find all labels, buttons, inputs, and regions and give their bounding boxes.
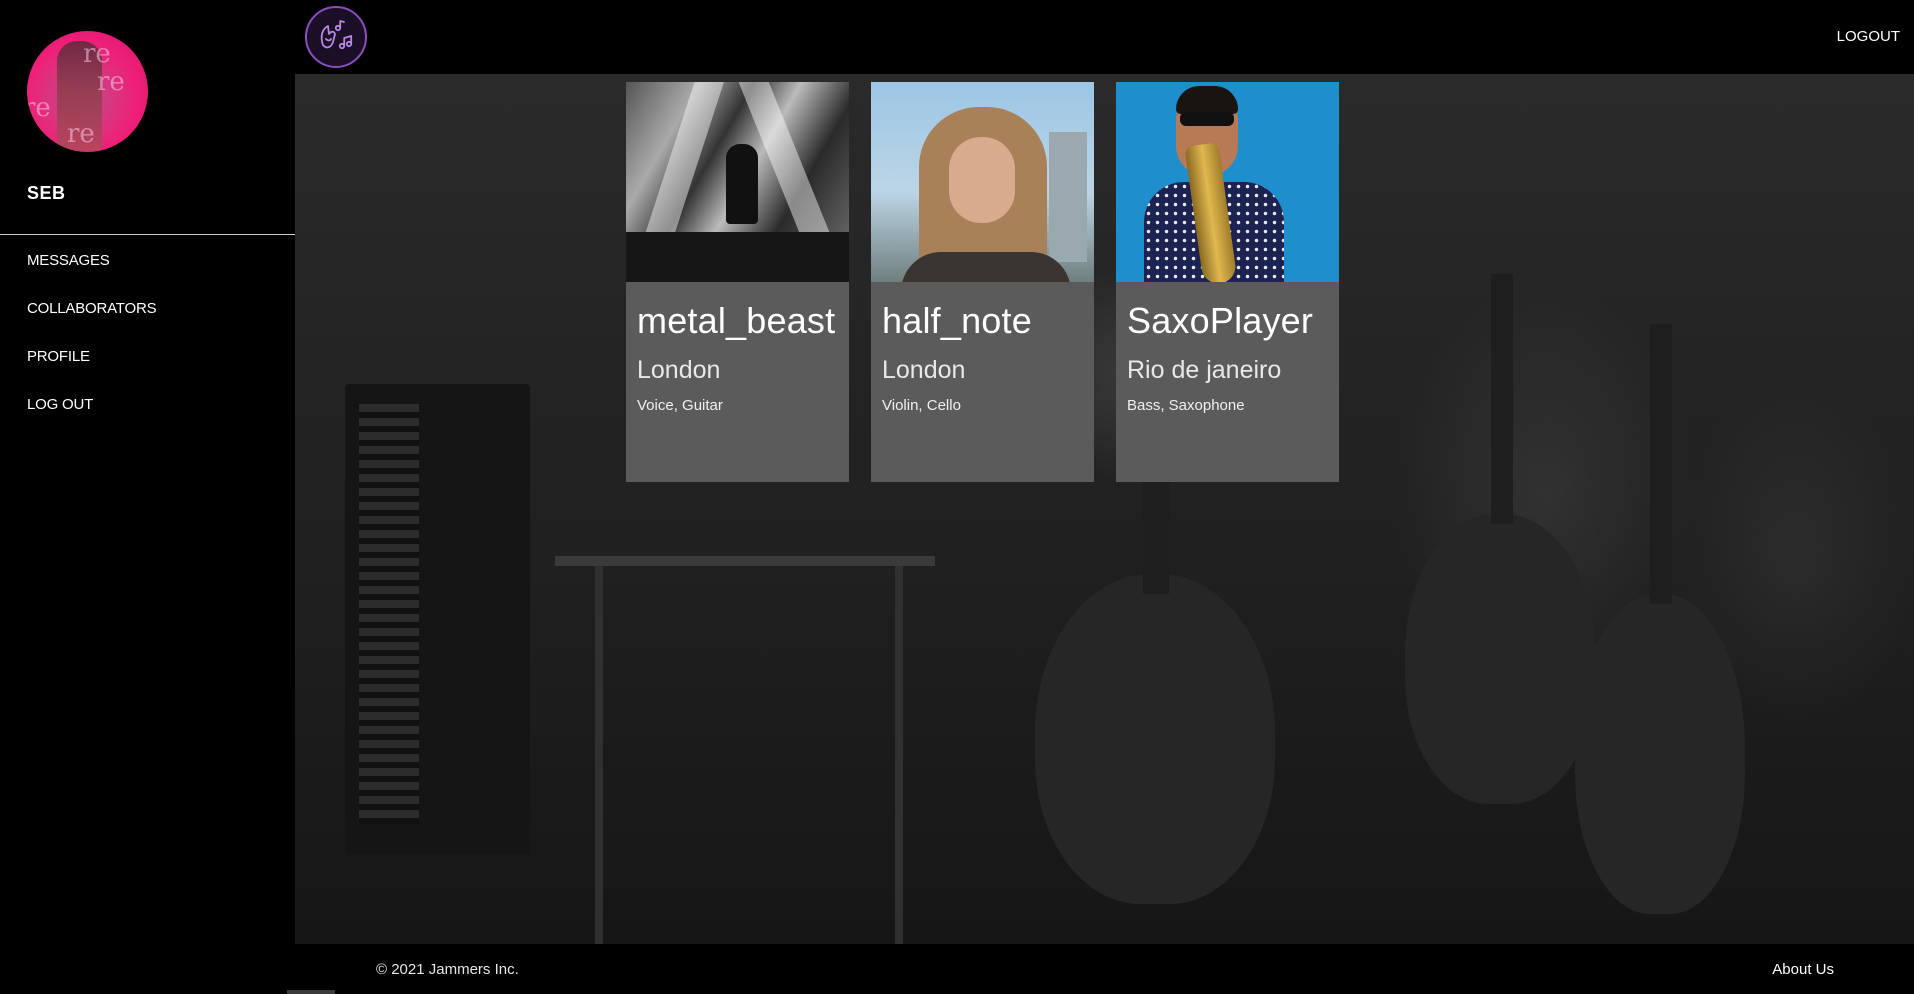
card-city: London: [637, 356, 721, 384]
sidebar-username: SEB: [27, 183, 66, 203]
avatar-text: re: [27, 93, 51, 123]
background-guitar: [1575, 594, 1745, 914]
card-username: metal_beast: [637, 300, 836, 341]
top-bar: LOGOUT: [295, 0, 1914, 74]
concert-stage-photo: [626, 82, 849, 282]
card-city: London: [882, 356, 966, 384]
sidebar-nav: MESSAGES COLLABORATORS PROFILE LOG OUT: [27, 252, 157, 444]
horizontal-scrollbar[interactable]: [287, 990, 335, 994]
background-guitar: [1035, 574, 1275, 904]
collaborator-card[interactable]: half_note London Violin, Cello: [871, 82, 1094, 482]
avatar-text: re: [97, 67, 125, 97]
background-guitar-neck: [1650, 324, 1672, 604]
main-content: metal_beast London Voice, Guitar half_no…: [295, 74, 1914, 944]
about-us-link[interactable]: About Us: [1772, 961, 1834, 978]
app-logo[interactable]: [305, 6, 367, 68]
background-guitar: [1405, 514, 1595, 804]
portrait-shoulders: [901, 252, 1071, 282]
card-instruments: Violin, Cello: [882, 397, 961, 414]
card-city: Rio de janeiro: [1127, 356, 1282, 384]
card-username: SaxoPlayer: [1127, 300, 1314, 341]
collaborator-card[interactable]: metal_beast London Voice, Guitar: [626, 82, 849, 482]
stage-deck: [626, 232, 849, 282]
player-sunglasses: [1180, 112, 1234, 126]
sidebar-divider: [0, 234, 295, 235]
player-hair: [1176, 86, 1238, 114]
card-instruments: Bass, Saxophone: [1127, 397, 1245, 414]
sidebar: re re re re SEB MESSAGES COLLABORATORS P…: [0, 0, 295, 994]
sidebar-item-messages[interactable]: MESSAGES: [27, 252, 156, 300]
background-guitar-neck: [1491, 274, 1513, 524]
card-username: half_note: [882, 300, 1032, 341]
portrait-woman-photo: [871, 82, 1094, 282]
background-building: [1049, 132, 1087, 262]
avatar-text: re: [83, 39, 111, 69]
copyright-text: © 2021 Jammers Inc.: [376, 961, 519, 978]
background-table-leg: [595, 566, 603, 944]
background-table-leg: [895, 566, 903, 944]
avatar-text: re: [67, 119, 95, 149]
logout-button[interactable]: LOGOUT: [1837, 28, 1900, 45]
music-hand-icon: [320, 20, 353, 50]
avatar[interactable]: re re re re: [27, 31, 148, 152]
saxophone-player-photo: [1116, 82, 1339, 282]
sidebar-item-log-out[interactable]: LOG OUT: [27, 396, 156, 444]
portrait-face: [949, 137, 1015, 223]
performer-silhouette: [726, 144, 758, 224]
collaborator-card[interactable]: SaxoPlayer Rio de janeiro Bass, Saxophon…: [1116, 82, 1339, 482]
sidebar-item-collaborators[interactable]: COLLABORATORS: [27, 300, 157, 348]
background-table: [555, 556, 935, 566]
background-keyboard: [345, 384, 530, 854]
sidebar-item-profile[interactable]: PROFILE: [27, 348, 156, 396]
footer: © 2021 Jammers Inc. About Us: [295, 944, 1914, 994]
collaborator-cards: metal_beast London Voice, Guitar half_no…: [626, 82, 1339, 482]
card-instruments: Voice, Guitar: [637, 397, 723, 414]
